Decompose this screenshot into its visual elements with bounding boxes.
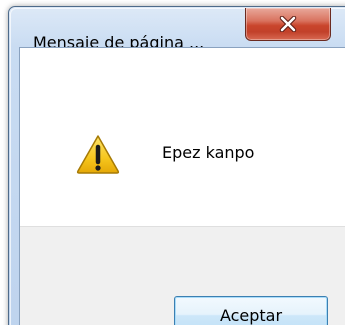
screen: Mensaje de página ... Epez kanpo Aceptar (0, 0, 345, 325)
dialog-body: Epez kanpo Aceptar (19, 47, 345, 325)
button-bar: Aceptar (20, 226, 345, 325)
message-area: Epez kanpo (20, 48, 345, 226)
ok-button[interactable]: Aceptar (174, 296, 328, 325)
close-icon (279, 16, 297, 32)
message-dialog: Mensaje de página ... Epez kanpo Aceptar (8, 6, 345, 325)
close-button[interactable] (245, 8, 331, 41)
warning-icon (76, 134, 120, 174)
message-text: Epez kanpo (162, 143, 255, 162)
